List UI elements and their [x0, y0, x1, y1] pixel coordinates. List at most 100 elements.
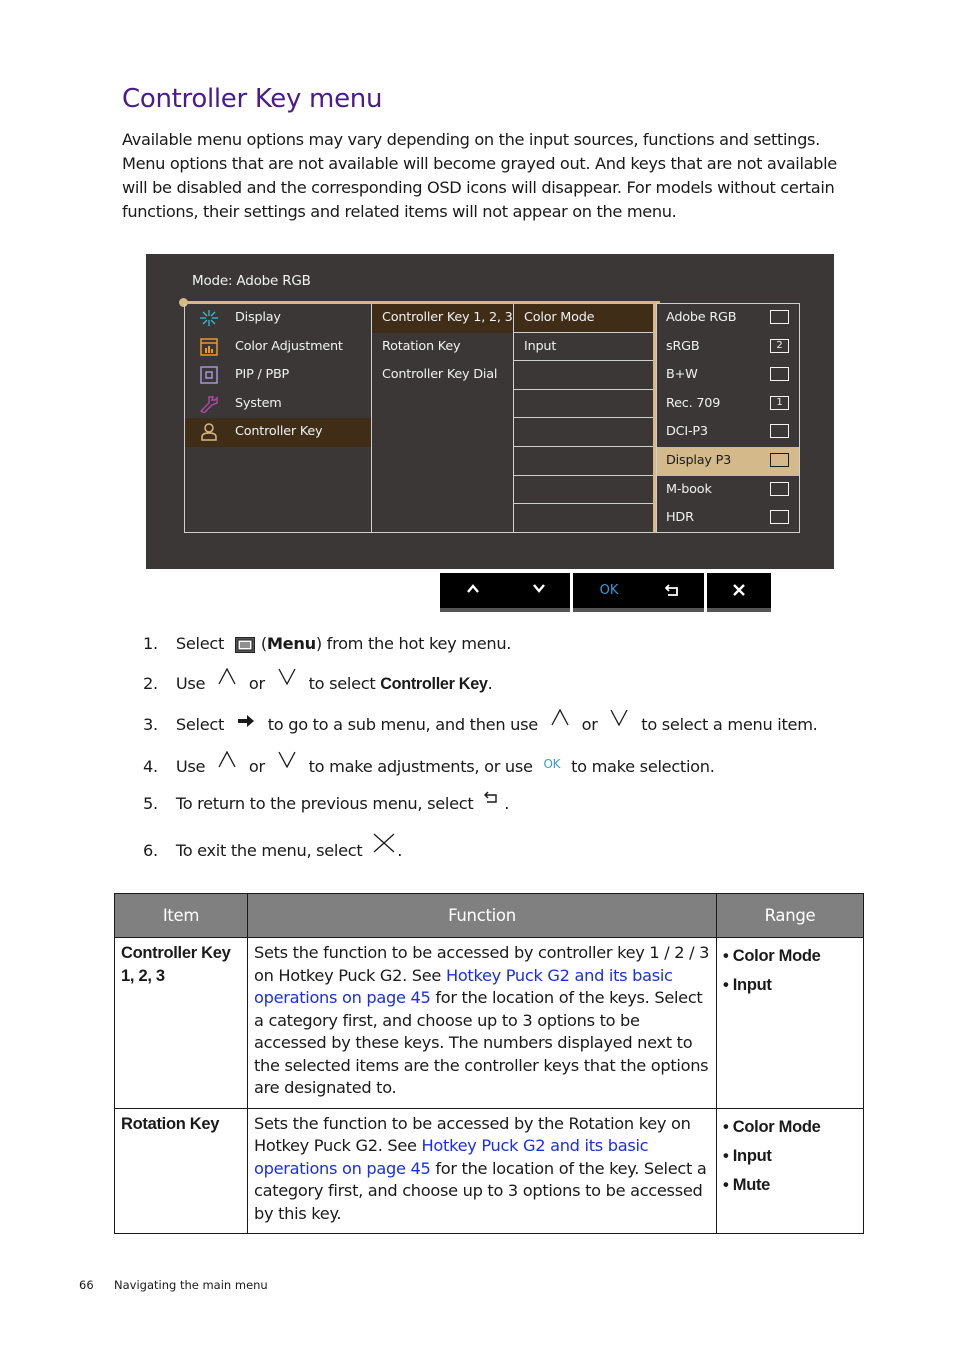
back-return-icon: [665, 584, 678, 596]
step-text: To return to the previous menu, select: [175, 794, 474, 813]
step-text: Select: [175, 715, 224, 734]
right-arrow-icon: [237, 715, 254, 727]
step-text: to go to a sub menu, and then use: [267, 715, 538, 734]
up-caret-icon: [218, 668, 236, 685]
osd-option-label: Display P3: [666, 452, 732, 468]
step-text: Use: [175, 674, 206, 693]
osd-option-checkbox[interactable]: [770, 481, 789, 496]
osd-option-item[interactable]: HDR: [657, 504, 799, 533]
controller-key-person-icon: [201, 423, 217, 442]
range-option-label: Color Mode: [732, 1117, 821, 1136]
range-option-label: Mute: [732, 1175, 771, 1194]
down-caret-icon: [278, 668, 296, 685]
osd-menu-item-controller-key[interactable]: Controller Key: [185, 418, 371, 447]
row-range: • Color Mode • Input: [716, 937, 864, 1109]
osd-option-checkbox[interactable]: 2: [770, 338, 789, 353]
osd-menu-label: Display: [235, 310, 281, 325]
controller-key-table: Item Function Range Controller Key 1, 2,…: [114, 893, 864, 1234]
osd-submenu-item-controller-key-dial[interactable]: Controller Key Dial: [372, 361, 514, 390]
osd-option-checkbox[interactable]: [770, 310, 789, 324]
row-function: Sets the function to be accessed by the …: [247, 1107, 717, 1234]
osd-option-checkbox[interactable]: [770, 367, 789, 382]
step-4: 4. Use or to make adjustments, or use OK…: [143, 751, 715, 776]
step-number: 1.: [143, 634, 158, 653]
up-chevron-icon: [467, 584, 479, 593]
range-option-label: Input: [732, 976, 772, 994]
osd-option-checkbox[interactable]: 1: [770, 395, 789, 410]
osd-option-label: B+W: [666, 367, 698, 383]
page-number: 66: [79, 1278, 94, 1292]
osd-option-label: HDR: [666, 510, 694, 526]
footer-section-title: Navigating the main menu: [114, 1278, 268, 1292]
osd-category-item[interactable]: Color Mode: [514, 304, 653, 333]
system-wrench-icon: [199, 396, 218, 413]
step-bold-text: Controller Key: [380, 675, 488, 693]
osd-options-menu: Adobe RGB sRGB 2 B+W Rec. 709 1 DCI-P3 Dis…: [656, 303, 800, 533]
osd-category-menu: Color Mode Input: [513, 304, 656, 533]
osd-submenu-item-controller-key-123[interactable]: Controller Key 1, 2, 3: [372, 304, 514, 333]
down-button[interactable]: [524, 581, 554, 601]
step-text: to select a menu item.: [641, 715, 818, 734]
osd-option-item[interactable]: B+W: [657, 361, 799, 390]
close-x-icon: [373, 833, 395, 853]
step-text: ) from the hot key menu.: [315, 634, 512, 653]
osd-option-item[interactable]: DCI-P3: [657, 418, 799, 447]
osd-menu-item-pip-pbp[interactable]: PIP / PBP: [185, 361, 371, 390]
osd-option-item-highlighted[interactable]: Display P3: [657, 446, 799, 476]
menu-icon: [234, 636, 255, 653]
step-text: Use: [175, 757, 206, 776]
row-item: Controller Key 1, 2, 3: [114, 937, 248, 1109]
up-caret-icon: [218, 751, 236, 768]
step-3: 3. Select to go to a sub menu, and then …: [143, 709, 818, 734]
step-number: 4.: [143, 757, 158, 776]
osd-option-label: Rec. 709: [666, 395, 721, 411]
step-6: 6. To exit the menu, select .: [143, 833, 402, 860]
back-button[interactable]: [657, 581, 687, 601]
osd-category-item[interactable]: Input: [514, 333, 653, 362]
column-header-function: Function: [247, 893, 717, 938]
table-header-row: Item Function Range: [114, 893, 864, 938]
osd-menu-item-system[interactable]: System: [185, 390, 371, 419]
osd-menu-item-display[interactable]: Display: [185, 304, 371, 333]
osd-option-label: sRGB: [666, 338, 700, 354]
osd-option-checkbox[interactable]: [770, 424, 789, 439]
step-number: 5.: [143, 794, 158, 813]
step-2: 2. Use or to select Controller Key.: [143, 668, 493, 693]
ok-icon: OK: [543, 757, 561, 771]
step-text: or: [248, 757, 265, 776]
range-option: • Color Mode: [723, 1117, 821, 1136]
range-option: • Input: [723, 1146, 772, 1165]
page-title: Controller Key menu: [122, 84, 383, 114]
osd-option-checkbox[interactable]: [770, 510, 789, 525]
osd-option-item[interactable]: Adobe RGB: [657, 304, 799, 333]
step-text: .: [487, 674, 493, 693]
step-text: To exit the menu, select: [175, 841, 363, 860]
step-text: or: [581, 715, 598, 734]
osd-option-label: M-book: [666, 481, 712, 497]
step-number: 6.: [143, 841, 158, 860]
up-button[interactable]: [458, 581, 488, 601]
row-range: • Color Mode • Input • Mute: [716, 1107, 864, 1234]
osd-category-item-empty: [514, 418, 653, 447]
osd-keybar-navigation: [440, 573, 570, 612]
range-option: • Mute: [723, 1175, 771, 1194]
down-caret-icon: [278, 751, 296, 768]
exit-button[interactable]: [724, 581, 754, 601]
osd-option-checkbox[interactable]: [770, 452, 789, 467]
osd-option-item[interactable]: sRGB 2: [657, 333, 799, 362]
table-row: Rotation Key Sets the function to be acc…: [114, 1107, 864, 1234]
step-bold-text: Menu: [266, 634, 316, 653]
range-option: • Input: [723, 976, 772, 994]
step-text: to make adjustments, or use: [308, 757, 533, 776]
osd-menu-item-color-adjustment[interactable]: Color Adjustment: [185, 333, 371, 362]
display-icon: [200, 310, 218, 326]
osd-submenu-item-rotation-key[interactable]: Rotation Key: [372, 333, 514, 362]
ok-button[interactable]: OK: [594, 581, 624, 601]
intro-paragraph: Available menu options may vary dependin…: [122, 130, 837, 221]
osd-option-item[interactable]: Rec. 709 1: [657, 390, 799, 419]
up-caret-icon: [551, 709, 569, 726]
row-item: Rotation Key: [114, 1107, 248, 1234]
step-text: Select: [175, 634, 224, 653]
osd-option-item[interactable]: M-book: [657, 476, 799, 505]
step-text: or: [248, 674, 265, 693]
